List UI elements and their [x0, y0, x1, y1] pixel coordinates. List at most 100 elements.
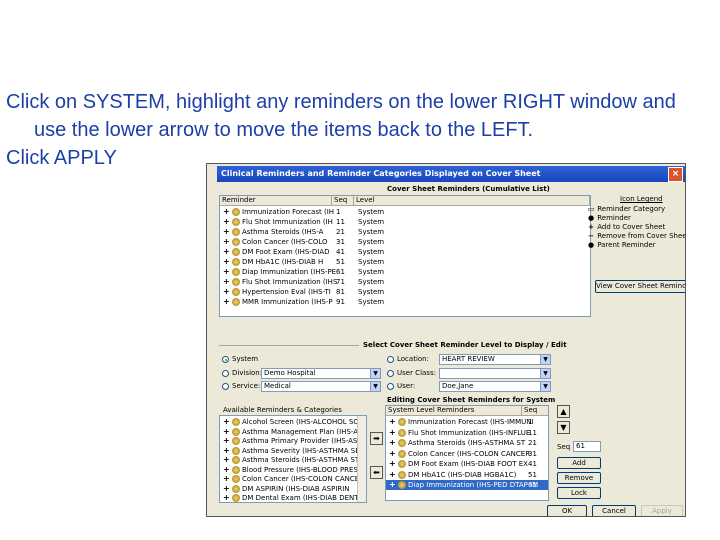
view-cover-sheet-button[interactable]: View Cover Sheet Reminders — [595, 280, 685, 293]
chevron-down-icon[interactable]: ▼ — [540, 369, 550, 378]
move-down-button[interactable]: ▼ — [557, 421, 570, 434]
expand-icon[interactable]: + — [223, 267, 230, 277]
legend-item: ● Parent Reminder — [587, 241, 656, 250]
system-level-row[interactable]: + Colon Cancer (IHS-COLON CANCER 31 — [386, 449, 548, 459]
expand-icon[interactable]: + — [223, 227, 230, 237]
reminder-seq: 41 — [336, 248, 345, 256]
system-level-rows: + Immunization Forecast (IHS-IMMUNI 1 + Flu … — [386, 417, 548, 500]
expand-icon[interactable]: + — [223, 247, 230, 257]
service-radio[interactable] — [222, 383, 229, 390]
cumulative-reminder-list[interactable]: Reminder Seq Level + Immunization Forecas… — [219, 195, 591, 317]
ok-button[interactable]: OK — [547, 505, 587, 516]
move-left-button[interactable]: ⬅ — [370, 466, 383, 479]
expand-icon[interactable]: + — [223, 465, 230, 475]
available-row[interactable]: + Asthma Severity (IHS-ASTHMA SEVERI — [220, 446, 366, 456]
expand-icon[interactable]: + — [223, 417, 230, 427]
available-row[interactable]: + Colon Cancer (IHS-COLON CANCER — [220, 474, 364, 484]
location-select[interactable]: HEART REVIEW ▼ — [439, 354, 551, 365]
cumulative-row[interactable]: + Flu Shot Immunization (IH 11 System — [220, 217, 590, 227]
location-radio[interactable] — [387, 356, 394, 363]
expand-icon[interactable]: + — [223, 237, 230, 247]
col-edit-seq[interactable]: Seq — [522, 406, 548, 416]
expand-icon[interactable]: + — [223, 257, 230, 267]
reminder-icon — [232, 437, 240, 445]
system-level-row[interactable]: + DM HbA1C (IHS-DIAB HGBA1C) 51 — [386, 470, 548, 480]
service-select[interactable]: Medical ▼ — [261, 381, 381, 392]
move-up-button[interactable]: ▲ — [557, 405, 570, 418]
col-seq[interactable]: Seq — [332, 196, 354, 206]
expand-icon[interactable]: + — [389, 480, 396, 490]
seq-value: 61 — [576, 442, 585, 450]
available-row[interactable]: + Asthma Management Plan (IHS-ASTHMA — [220, 427, 366, 437]
reminder-level: System — [358, 288, 385, 296]
available-row[interactable]: + DM Dental Exam (IHS-DIAB DENT — [220, 493, 359, 502]
available-row[interactable]: + Asthma Primary Provider (IHS-ASTHMA — [220, 436, 366, 446]
move-right-button[interactable]: ➡ — [370, 432, 383, 445]
expand-icon[interactable]: + — [223, 287, 230, 297]
cumulative-row[interactable]: + DM Foot Exam (IHS-DIAD 41 System — [220, 247, 590, 257]
expand-icon[interactable]: + — [389, 470, 396, 480]
system-level-row[interactable]: + Asthma Steroids (IHS-ASTHMA ST 21 — [386, 438, 548, 448]
cumulative-row[interactable]: + MMR Immunization (IHS-P 91 System — [220, 297, 590, 307]
division-radio[interactable] — [222, 370, 229, 377]
cumulative-row[interactable]: + Asthma Steroids (IHS-A 21 System — [220, 227, 590, 237]
system-level-row[interactable]: + DM Foot Exam (IHS-DIAB FOOT EX 41 — [386, 459, 548, 469]
lock-button[interactable]: Lock — [557, 487, 601, 499]
available-row[interactable]: + DM ASPIRIN (IHS-DIAB ASPIRIN — [220, 484, 358, 494]
close-button[interactable]: × — [668, 167, 683, 182]
expand-icon[interactable]: + — [389, 449, 396, 459]
expand-icon[interactable]: + — [223, 436, 230, 446]
expand-icon[interactable]: + — [223, 207, 230, 217]
user-select[interactable]: Doe,Jane ▼ — [439, 381, 551, 392]
system-level-row[interactable]: + Diap Immunization (IHS-PED DTAP IM 61 — [386, 480, 548, 490]
reminder-icon — [232, 228, 240, 236]
system-level-row[interactable]: + Immunization Forecast (IHS-IMMUNI 1 — [386, 417, 548, 427]
expand-icon[interactable]: + — [223, 446, 230, 456]
col-reminder[interactable]: Reminder — [220, 196, 332, 206]
expand-icon[interactable]: + — [389, 428, 396, 438]
chevron-down-icon[interactable]: ▼ — [540, 355, 550, 364]
expand-icon[interactable]: + — [223, 493, 230, 502]
user-class-radio[interactable] — [387, 370, 394, 377]
add-button[interactable]: Add — [557, 457, 601, 469]
available-row[interactable]: + Asthma Steroids (IHS-ASTHMA STE — [220, 455, 364, 465]
available-row[interactable]: + Blood Pressure (IHS-BLOOD PRESSU — [220, 465, 366, 475]
expand-icon[interactable]: + — [223, 427, 230, 437]
cumulative-row[interactable]: + Colon Cancer (IHS-COLO 31 System — [220, 237, 590, 247]
cancel-button[interactable]: Cancel — [592, 505, 636, 516]
system-radio[interactable] — [222, 356, 229, 363]
seq-spinner[interactable]: 61 — [573, 441, 601, 452]
expand-icon[interactable]: + — [223, 474, 230, 484]
system-level-reminder-list[interactable]: System Level Reminders Seq + Immunization… — [385, 405, 549, 501]
expand-icon[interactable]: + — [223, 277, 230, 287]
cumulative-row[interactable]: + Hypertension Eval (IHS-TI 81 System — [220, 287, 590, 297]
cumulative-row[interactable]: + Flu Shot Immunization (IHS 71 System — [220, 277, 590, 287]
reminder-name: Colon Cancer (IHS-COLO — [242, 238, 328, 246]
system-level-row[interactable]: + Flu Shot Immunization (IHS-INFLUE 11 — [386, 428, 548, 438]
col-level[interactable]: Level — [354, 196, 590, 206]
chevron-down-icon[interactable]: ▼ — [370, 369, 380, 378]
level-section-title: Select Cover Sheet Reminder Level to Dis… — [363, 341, 567, 349]
available-scrollbar[interactable] — [357, 416, 366, 502]
division-select[interactable]: Demo Hospital ▼ — [261, 368, 381, 379]
user-radio[interactable] — [387, 383, 394, 390]
chevron-down-icon[interactable]: ▼ — [540, 382, 550, 391]
cumulative-row[interactable]: + DM HbA1C (IHS-DIAB H 51 System — [220, 257, 590, 267]
cumulative-row[interactable]: + Immunization Forecast (IH 1 System — [220, 207, 590, 217]
expand-icon[interactable]: + — [223, 455, 230, 465]
reminder-icon — [232, 268, 240, 276]
available-row[interactable]: + Alcohol Screen (IHS-ALCOHOL SCRE — [220, 417, 366, 427]
expand-icon[interactable]: + — [223, 297, 230, 307]
expand-icon[interactable]: + — [389, 438, 396, 448]
remove-button[interactable]: Remove — [557, 472, 601, 484]
available-reminder-list[interactable]: + Alcohol Screen (IHS-ALCOHOL SCRE + Asthma… — [219, 415, 367, 503]
expand-icon[interactable]: + — [223, 217, 230, 227]
cumulative-row[interactable]: + Diap Immunization (IHS-PE 61 System — [220, 267, 590, 277]
expand-icon[interactable]: + — [389, 417, 396, 427]
chevron-down-icon[interactable]: ▼ — [370, 382, 380, 391]
apply-button[interactable]: Apply — [641, 505, 683, 516]
expand-icon[interactable]: + — [389, 459, 396, 469]
col-system-level-reminders[interactable]: System Level Reminders — [386, 406, 522, 416]
expand-icon[interactable]: + — [223, 484, 230, 494]
user-class-select[interactable]: ▼ — [439, 368, 551, 379]
